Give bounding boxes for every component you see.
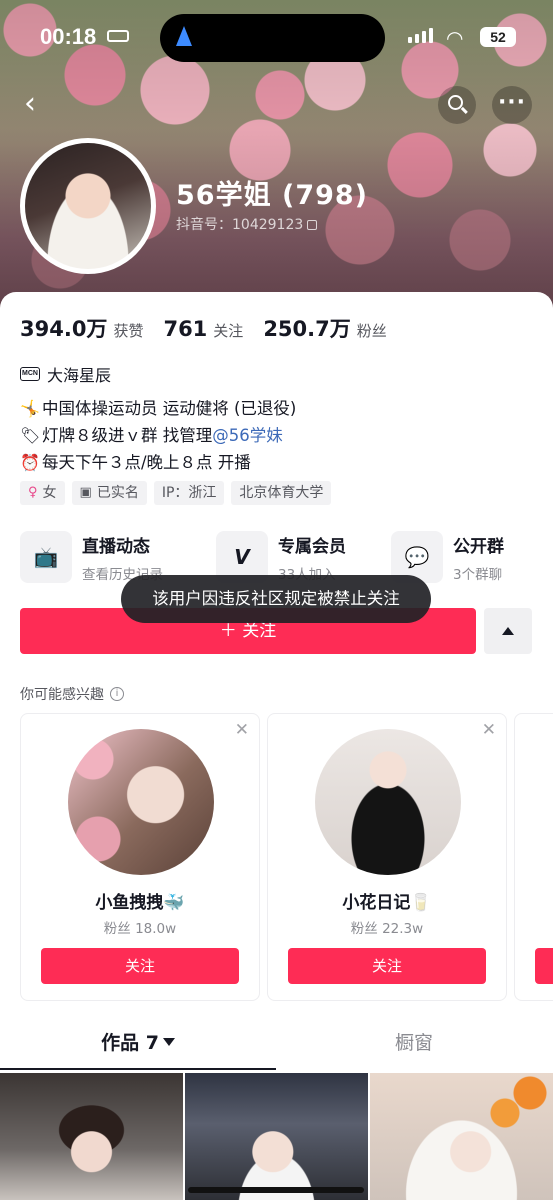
recommend-name: 小花日记🥛 — [342, 893, 432, 913]
bio-text-2: 灯牌８级进ｖ群 找管理 — [42, 426, 213, 445]
video-thumbnail[interactable] — [185, 1073, 368, 1200]
caret-down-icon — [162, 1038, 175, 1046]
recommend-title: 你可能感兴趣 i — [20, 684, 124, 704]
back-button[interactable]: ‹ — [24, 86, 60, 122]
avatar[interactable] — [25, 143, 151, 269]
tab-showcase[interactable]: 橱窗 — [276, 1028, 552, 1055]
tab-showcase-label: 橱窗 — [394, 1032, 433, 1054]
tab-works-label: 作品 7 — [101, 1032, 159, 1054]
ip-location-label: IP：浙江 — [161, 485, 217, 501]
navigation-arrow-icon — [176, 26, 192, 46]
recommend-title-text: 你可能感兴趣 — [20, 687, 104, 703]
bio-line-2: 🏷 灯牌８级进ｖ群 找管理 @56学妹 — [20, 422, 296, 449]
tab-works[interactable]: 作品 7 — [0, 1028, 276, 1055]
triangle-up-icon — [502, 627, 514, 635]
shortcut-subtitle: 3个群聊 — [453, 567, 503, 583]
gymnast-icon: 🤸 — [20, 399, 40, 418]
followers-count[interactable]: 250.7万 — [263, 313, 350, 343]
recommend-follow-button[interactable]: 关注 — [288, 948, 486, 984]
profile-nickname: 56学姐 (798) — [176, 180, 369, 211]
follow-banned-toast: 该用户因违反社区规定被禁止关注 — [121, 575, 431, 623]
following-count[interactable]: 761 — [163, 317, 207, 341]
recommend-avatar[interactable] — [315, 729, 461, 875]
shortcut-title: 公开群 — [453, 537, 504, 557]
battery-indicator: 52 — [480, 27, 516, 47]
gender-tag-label: 女 — [42, 485, 57, 501]
shortcut-title: 直播动态 — [82, 537, 150, 557]
recommend-follow-button[interactable]: 关注 — [41, 948, 239, 984]
recommend-avatar[interactable] — [68, 729, 214, 875]
followers-label: 粉丝 — [356, 322, 387, 340]
ip-location-tag: IP：浙江 — [153, 481, 225, 505]
recommend-name: 小鱼拽拽🐳 — [95, 893, 185, 913]
bio-line-3: ⏰ 每天下午３点/晚上８点 开播 — [20, 449, 296, 476]
more-options-button[interactable]: ··· — [492, 86, 532, 124]
bio-text-1: 中国体操运动员 运动健将 (已退役) — [42, 399, 297, 418]
mcn-icon: MCN — [20, 367, 40, 381]
recommend-fans: 粉丝 22.3w — [350, 921, 424, 937]
school-tag-label: 北京体育大学 — [239, 485, 324, 501]
recommend-card-partial[interactable] — [514, 713, 553, 1001]
bio-mention-link[interactable]: @56学妹 — [212, 422, 283, 449]
recommend-card[interactable]: ✕ 小鱼拽拽🐳 粉丝 18.0w 关注 — [20, 713, 260, 1001]
following-label: 关注 — [213, 322, 244, 340]
douyin-id[interactable]: 抖音号：10429123 — [176, 214, 318, 234]
works-grid — [0, 1073, 553, 1200]
likes-label: 获赞 — [113, 322, 144, 340]
douyin-id-text: 抖音号：10429123 — [176, 217, 304, 233]
shortcut-title: 专属会员 — [278, 537, 346, 557]
active-tab-indicator — [0, 1068, 276, 1070]
school-tag[interactable]: 北京体育大学 — [231, 481, 332, 505]
copy-icon[interactable] — [307, 220, 318, 230]
gender-tag: ♀ 女 — [20, 481, 65, 505]
recommend-fans: 粉丝 18.0w — [103, 921, 177, 937]
profile-stats: 394.0万 获赞 761 关注 250.7万 粉丝 — [20, 313, 407, 343]
info-icon[interactable]: i — [110, 687, 124, 701]
bio-line-1: 🤸 中国体操运动员 运动健将 (已退役) — [20, 395, 296, 422]
id-card-icon: ▣ — [79, 485, 92, 500]
content-tabs: 作品 7 橱窗 — [0, 1028, 553, 1072]
likes-count[interactable]: 394.0万 — [20, 313, 107, 343]
cellular-signal-icon — [408, 28, 433, 43]
orientation-lock-icon — [107, 30, 129, 42]
bio-text-3: 每天下午３点/晚上８点 开播 — [42, 453, 251, 472]
female-icon: ♀ — [28, 485, 38, 500]
close-icon[interactable]: ✕ — [235, 720, 249, 740]
status-time: 00:18 — [40, 24, 97, 49]
search-button[interactable] — [438, 86, 476, 124]
verified-tag[interactable]: ▣ 已实名 — [71, 481, 147, 505]
close-icon[interactable]: ✕ — [482, 720, 496, 740]
home-indicator[interactable] — [188, 1187, 364, 1193]
profile-bio: 🤸 中国体操运动员 运动健将 (已退役) 🏷 灯牌８级进ｖ群 找管理 @56学妹… — [20, 395, 296, 476]
video-thumbnail[interactable] — [370, 1073, 553, 1200]
video-thumbnail[interactable] — [0, 1073, 183, 1200]
tv-icon: 📺 — [20, 531, 72, 583]
dynamic-island — [160, 14, 385, 62]
alarm-clock-icon: ⏰ — [20, 453, 40, 472]
recommend-follow-button-partial[interactable] — [535, 948, 553, 984]
recommend-card[interactable]: ✕ 小花日记🥛 粉丝 22.3w 关注 — [267, 713, 507, 1001]
tag-icon: 🏷 — [20, 426, 41, 445]
verified-tag-label: 已实名 — [96, 485, 139, 501]
profile-card: 394.0万 获赞 761 关注 250.7万 粉丝 MCN 大海星辰 🤸 中国… — [0, 292, 553, 1200]
expand-recommend-button[interactable] — [484, 608, 532, 654]
mcn-name: 大海星辰 — [47, 366, 112, 385]
mcn-agency[interactable]: MCN 大海星辰 — [20, 362, 111, 386]
wifi-icon: ◠ — [446, 26, 464, 50]
profile-tags: ♀ 女 ▣ 已实名 IP：浙江 北京体育大学 — [20, 481, 332, 505]
profile-banner: 00:18 ◠ 52 ‹ ··· 56学姐 (798) 抖音号：10429123 — [0, 0, 553, 320]
